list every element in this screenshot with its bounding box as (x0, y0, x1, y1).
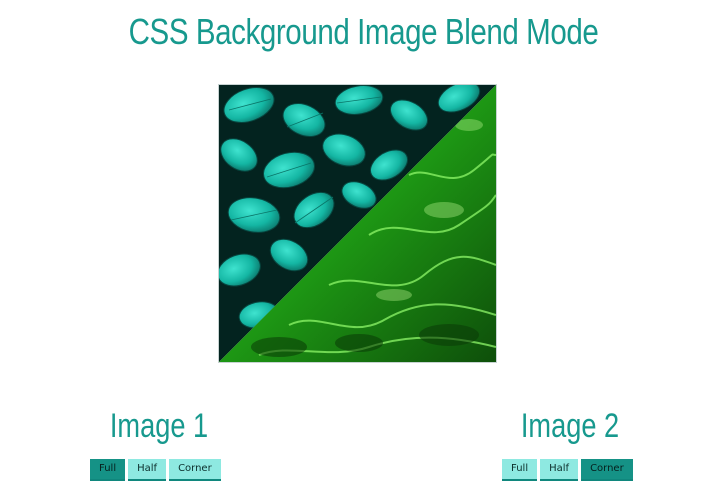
image-2-half-button[interactable]: Half (540, 459, 579, 481)
blend-preview (218, 84, 497, 363)
image-2-full-button[interactable]: Full (502, 459, 538, 481)
image-1-heading: Image 1 (109, 407, 209, 445)
image-1-mode-buttons: Full Half Corner (90, 459, 221, 481)
image-2-heading: Image 2 (520, 407, 620, 445)
image-1-full-button[interactable]: Full (90, 459, 126, 481)
blended-image (219, 85, 496, 362)
image-1-half-button[interactable]: Half (128, 459, 167, 481)
image-2-corner-button[interactable]: Corner (581, 459, 633, 481)
page-title: CSS Background Image Blend Mode (128, 11, 599, 52)
image-1-corner-button[interactable]: Corner (169, 459, 221, 481)
image-2-mode-buttons: Full Half Corner (502, 459, 633, 481)
